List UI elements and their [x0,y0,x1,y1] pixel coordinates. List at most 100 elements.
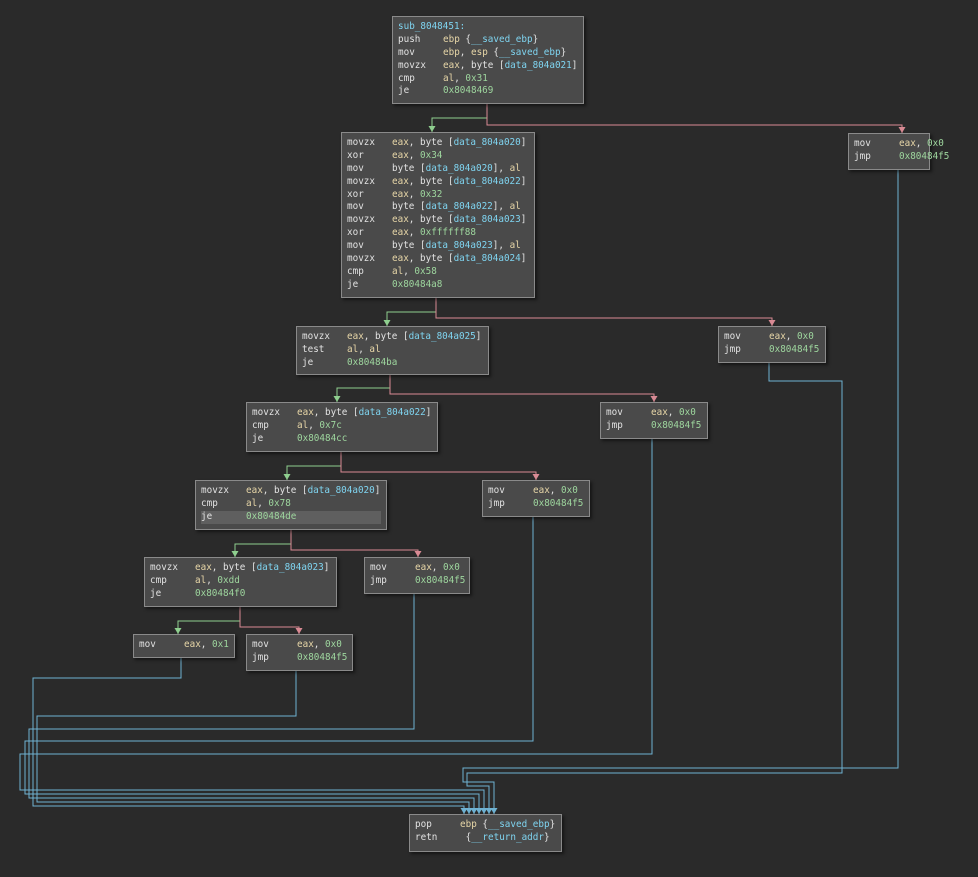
instruction-line[interactable]: mov byte [data_804a020], al [347,163,529,176]
data-ref-token[interactable]: data_804a022 [359,407,426,418]
number-token[interactable]: 0x80484cc [297,433,347,444]
number-token[interactable]: 0x0 [927,138,944,149]
basic-block-cmp-0x7c[interactable]: movzx eax, byte [data_804a022] cmp al, 0x7c… [246,402,438,452]
instruction-line[interactable]: cmp al, 0x58 [347,266,529,279]
basic-block-test-data-804a025[interactable]: movzx eax, byte [data_804a025] test al, al j… [296,326,489,375]
instruction-line[interactable]: mov eax, 0x0 [252,639,347,652]
instruction-line[interactable]: xor eax, 0x34 [347,150,529,163]
instruction-line[interactable]: je 0x8048469 [398,85,578,98]
number-token[interactable]: 0x0 [679,407,696,418]
data-ref-token[interactable]: __return_addr [471,832,544,843]
instruction-line[interactable]: xor eax, 0xffffff88 [347,227,529,240]
number-token[interactable]: 0x7c [319,420,341,431]
number-token[interactable]: 0x80484f5 [415,575,465,586]
instruction-line[interactable]: je 0x80484ba [302,357,483,370]
number-token[interactable]: 0x80484f5 [533,498,583,509]
instruction-line[interactable]: mov byte [data_804a022], al [347,201,529,214]
number-token[interactable]: 0x0 [325,639,342,650]
instruction-line[interactable]: mov eax, 0x0 [854,138,944,151]
instruction-line[interactable]: jmp 0x80484f5 [724,344,820,357]
instruction-line[interactable]: jmp 0x80484f5 [370,575,465,588]
basic-block-return-zero-4[interactable]: mov eax, 0x0 jmp 0x80484f5 [482,480,590,517]
data-ref-token[interactable]: data_804a023 [426,240,493,251]
instruction-line[interactable]: jmp 0x80484f5 [854,151,949,164]
number-token[interactable]: 0xffffff88 [420,227,476,238]
instruction-line[interactable]: mov ebp, esp {__saved_ebp} [398,47,578,60]
number-token[interactable]: 0x8048469 [443,85,493,96]
basic-block-return-zero-2[interactable]: mov eax, 0x0 jmp 0x80484f5 [718,326,826,363]
instruction-line[interactable]: movzx eax, byte [data_804a021] [398,60,578,73]
instruction-line[interactable]: mov byte [data_804a023], al [347,240,529,253]
number-token[interactable]: 0x1 [212,639,229,650]
number-token[interactable]: 0x0 [443,562,460,573]
instruction-line[interactable]: xor eax, 0x32 [347,189,529,202]
instruction-line[interactable]: jmp 0x80484f5 [488,498,584,511]
instruction-line[interactable]: movzx eax, byte [data_804a022] [252,407,432,420]
instruction-line[interactable]: je 0x80484f0 [150,588,331,601]
data-ref-token[interactable]: data_804a023 [454,214,521,225]
instruction-line[interactable]: mov eax, 0x0 [606,407,702,420]
number-token[interactable]: 0x31 [465,73,487,84]
basic-block-return-one[interactable]: mov eax, 0x1 [133,634,235,658]
data-ref-token[interactable]: __saved_ebp [488,819,550,830]
instruction-line[interactable]: cmp al, 0x31 [398,73,578,86]
instruction-line[interactable]: jmp 0x80484f5 [252,652,347,665]
instruction-line[interactable]: cmp al, 0xdd [150,575,331,588]
basic-block-epilogue[interactable]: pop ebp {__saved_ebp} retn {__return_addr} [409,814,562,852]
number-token[interactable]: 0x0 [561,485,578,496]
instruction-line[interactable]: movzx eax, byte [data_804a023] [150,562,331,575]
instruction-line[interactable]: movzx eax, byte [data_804a023] [347,214,529,227]
instruction-line[interactable]: cmp al, 0x7c [252,420,432,433]
number-token[interactable]: 0x32 [420,189,442,200]
basic-block-return-zero-5[interactable]: mov eax, 0x0 jmp 0x80484f5 [364,557,470,594]
data-ref-token[interactable]: __saved_ebp [471,34,533,45]
number-token[interactable]: 0x58 [414,266,436,277]
basic-block-return-zero-3[interactable]: mov eax, 0x0 jmp 0x80484f5 [600,402,708,439]
data-ref-token[interactable]: data_804a023 [257,562,324,573]
data-ref-token[interactable]: data_804a024 [454,253,521,264]
instruction-line[interactable]: push ebp {__saved_ebp} [398,34,578,47]
number-token[interactable]: 0x80484f5 [769,344,819,355]
instruction-line[interactable]: je 0x80484de [201,510,381,524]
instruction-line[interactable]: je 0x80484a8 [347,279,529,292]
data-ref-token[interactable]: data_804a022 [454,176,521,187]
number-token[interactable]: 0x34 [420,150,442,161]
instruction-line[interactable]: retn {__return_addr} [415,832,556,845]
instruction-line[interactable]: jmp 0x80484f5 [606,420,702,433]
instruction-line[interactable]: movzx eax, byte [data_804a024] [347,253,529,266]
data-ref-token[interactable]: __saved_ebp [499,47,561,58]
basic-block-cmp-0xdd[interactable]: movzx eax, byte [data_804a023] cmp al, 0xdd… [144,557,337,607]
instruction-line[interactable]: je 0x80484cc [252,433,432,446]
instruction-line[interactable]: movzx eax, byte [data_804a020] [201,485,381,498]
basic-block-return-zero-6[interactable]: mov eax, 0x0 jmp 0x80484f5 [246,634,353,671]
data-ref-token[interactable]: data_804a020 [426,163,493,174]
number-token[interactable]: 0x80484f0 [195,588,245,599]
number-token[interactable]: 0xdd [217,575,239,586]
number-token[interactable]: 0x78 [268,498,290,509]
instruction-line[interactable]: pop ebp {__saved_ebp} [415,819,556,832]
number-token[interactable]: 0x80484f5 [651,420,701,431]
instruction-line[interactable]: mov eax, 0x0 [488,485,584,498]
basic-block-entry[interactable]: sub_8048451: push ebp {__saved_ebp} mov ebp,… [392,16,584,104]
instruction-line[interactable]: movzx eax, byte [data_804a025] [302,331,483,344]
instruction-line[interactable]: test al, al [302,344,483,357]
instruction-line[interactable]: movzx eax, byte [data_804a020] [347,137,529,150]
instruction-line[interactable]: movzx eax, byte [data_804a022] [347,176,529,189]
instruction-line[interactable]: mov eax, 0x1 [139,639,229,652]
data-ref-token[interactable]: data_804a020 [308,485,375,496]
basic-block-cmp-0x78[interactable]: movzx eax, byte [data_804a020] cmp al, 0x78… [195,480,387,530]
instruction-line[interactable]: mov eax, 0x0 [370,562,464,575]
number-token[interactable]: 0x80484de [246,511,296,522]
number-token[interactable]: 0x80484ba [347,357,397,368]
number-token[interactable]: 0x0 [797,331,814,342]
data-ref-token[interactable]: data_804a025 [409,331,476,342]
basic-block-xor-checks[interactable]: movzx eax, byte [data_804a020] xor eax, 0x3… [341,132,535,298]
number-token[interactable]: 0x80484a8 [392,279,442,290]
instruction-line[interactable]: cmp al, 0x78 [201,498,381,511]
data-ref-token[interactable]: data_804a020 [454,137,521,148]
number-token[interactable]: 0x80484f5 [899,151,949,162]
data-ref-token[interactable]: data_804a022 [426,201,493,212]
basic-block-return-zero-1[interactable]: mov eax, 0x0 jmp 0x80484f5 [848,133,949,170]
data-ref-token[interactable]: data_804a021 [505,60,572,71]
number-token[interactable]: 0x80484f5 [297,652,347,663]
